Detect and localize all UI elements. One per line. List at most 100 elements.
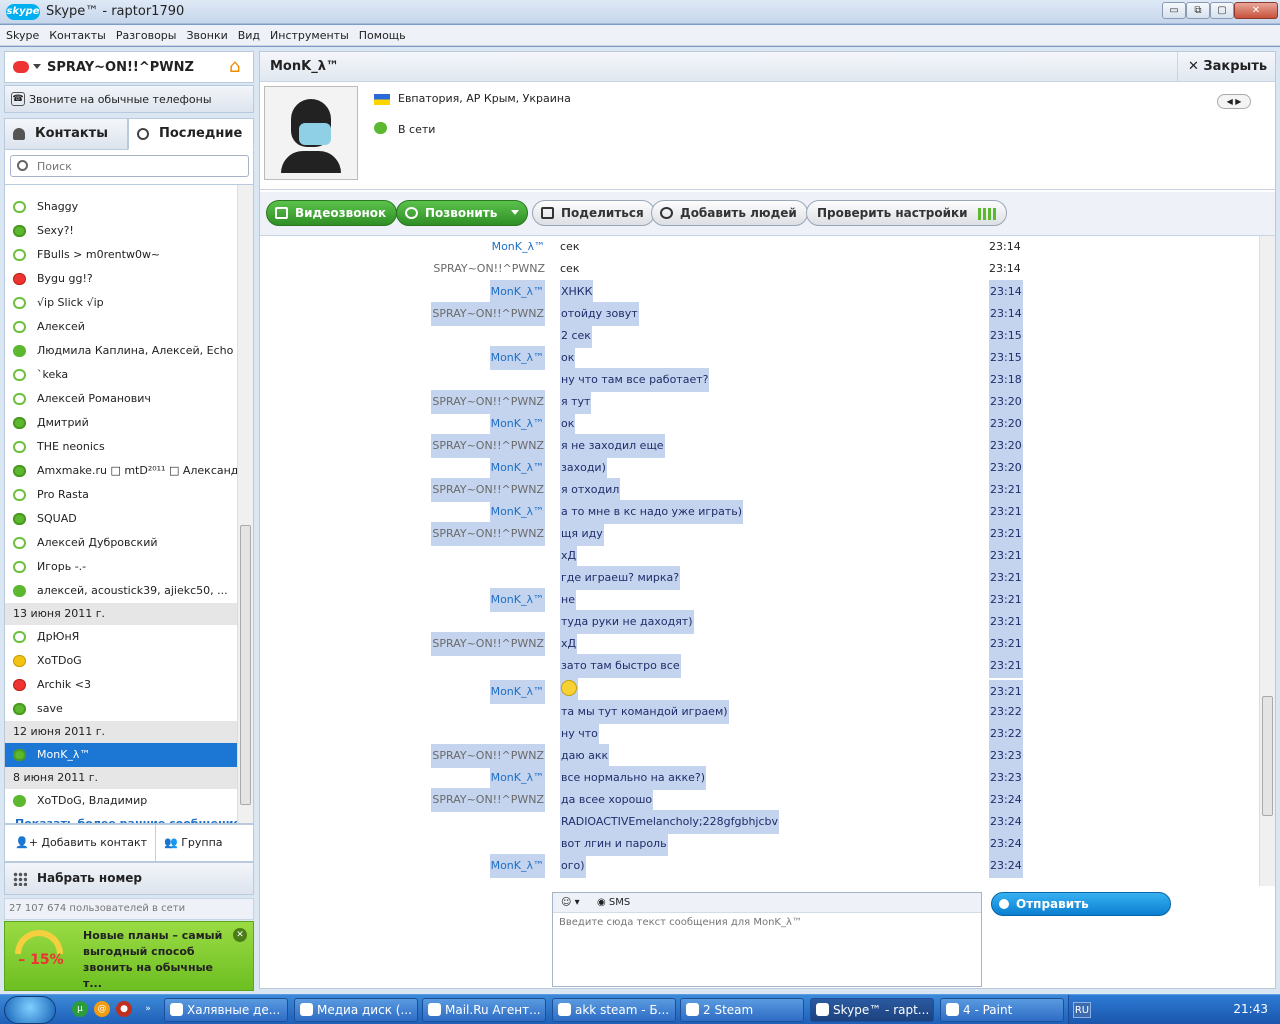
message-text: я не заходил еще — [560, 434, 665, 458]
send-message-button[interactable]: Отправить сообщение — [991, 892, 1171, 933]
add-people-button[interactable]: Добавить людей — [651, 200, 808, 226]
tab-contacts[interactable]: Контакты — [4, 118, 128, 150]
taskbar-button[interactable]: 4 - Paint — [940, 998, 1064, 1022]
list-item[interactable]: Алексей — [5, 315, 237, 339]
menu-calls[interactable]: Звонки — [182, 25, 231, 46]
app-icon — [558, 1003, 571, 1016]
list-item[interactable]: FBulls > m0rentw0w~ — [5, 243, 237, 267]
video-icon — [275, 207, 288, 219]
message-sender: SPRAY~ON!!^PWNZ — [431, 522, 545, 546]
taskbar-button[interactable]: Mail.Ru Агент... — [422, 998, 546, 1022]
list-item[interactable]: XoTDoG, Владимир — [5, 789, 237, 813]
close-conversation-button[interactable]: ✕ Закрыть — [1177, 52, 1275, 82]
utorrent-icon[interactable]: µ — [72, 1001, 88, 1017]
close-window-button[interactable]: ✕ — [1234, 2, 1278, 19]
more-quicklaunch-icon[interactable]: » — [140, 1001, 156, 1017]
call-button[interactable]: Позвонить — [396, 200, 529, 226]
list-item[interactable]: Sexy?! — [5, 219, 237, 243]
promo-text: Новые планы – самый выгодный способ звон… — [83, 929, 223, 990]
list-item[interactable]: ΤΗΕ neonics — [5, 435, 237, 459]
emoticon-icon[interactable]: ☺ ▾ — [561, 893, 580, 913]
list-item[interactable]: Алексей Романович — [5, 387, 237, 411]
scroll-thumb[interactable] — [240, 525, 251, 805]
tab-recent[interactable]: Последние — [128, 118, 254, 150]
taskbar-button[interactable]: akk steam - Б... — [552, 998, 676, 1022]
list-item[interactable]: `keka — [5, 363, 237, 387]
list-item[interactable]: XoTDoG — [5, 649, 237, 673]
list-item[interactable]: Игорь -.- — [5, 555, 237, 579]
avatar[interactable] — [264, 86, 358, 180]
show-earlier-messages-link[interactable]: Показать более ранние сообщения — [15, 817, 241, 823]
share-button[interactable]: Поделиться — [532, 200, 655, 226]
browser-icon[interactable]: ● — [116, 1001, 132, 1017]
call-phones-banner[interactable]: ☎ Звоните на обычные телефоны — [4, 85, 254, 113]
dial-number-button[interactable]: Набрать номер — [4, 862, 254, 895]
taskbar-button[interactable]: 2 Steam — [680, 998, 804, 1022]
message-sender: SPRAY~ON!!^PWNZ — [433, 262, 545, 275]
tab-contacts-label: Контакты — [35, 126, 108, 141]
menu-tools[interactable]: Инструменты — [266, 25, 353, 46]
dock-button[interactable]: ⧉ — [1186, 2, 1210, 19]
list-item[interactable] — [5, 185, 237, 191]
online-status-icon — [13, 201, 26, 213]
home-icon[interactable]: ⌂ — [229, 58, 247, 76]
message-row: RADIOACTIVEmelancholy;228gfgbhjcbv 23:24 — [260, 810, 1260, 834]
list-item[interactable]: алексей, acoustick39, ajiekc50, ... — [5, 579, 237, 603]
taskbar-button[interactable]: Халявные де... — [164, 998, 288, 1022]
message-text: даю акк — [560, 744, 610, 768]
contact-name: ΤΗΕ neonics — [37, 440, 105, 453]
list-item[interactable]: Дмитрий — [5, 411, 237, 435]
message-time: 23:21 — [989, 654, 1023, 678]
sms-button[interactable]: ◉ SMS — [597, 893, 630, 913]
group-button[interactable]: 👥 Группа — [155, 825, 223, 861]
video-call-button[interactable]: Видеозвонок — [266, 200, 398, 226]
check-settings-button[interactable]: Проверить настройки — [806, 200, 1007, 226]
message-scrollbar[interactable] — [1259, 236, 1275, 886]
menu-conversations[interactable]: Разговоры — [112, 25, 181, 46]
promo-banner[interactable]: – 15% Новые планы – самый выгодный спосо… — [4, 921, 254, 991]
list-item[interactable]: Bygu gg!? — [5, 267, 237, 291]
taskbar-button[interactable]: Skype™ - rapt... — [810, 998, 934, 1022]
group-chat-icon — [13, 585, 26, 597]
search-box[interactable] — [10, 155, 249, 177]
message-row: MonK_λ™ 23:21 — [260, 676, 1260, 704]
contact-list-scrollbar[interactable] — [237, 185, 253, 823]
close-promo-icon[interactable]: ✕ — [233, 928, 247, 942]
list-item[interactable]: save — [5, 697, 237, 721]
list-item[interactable]: Алексей Дубровский — [5, 531, 237, 555]
list-item[interactable]: Людмила Каплина, Алексей, Echo /... — [5, 339, 237, 363]
chevron-down-icon[interactable] — [511, 210, 520, 215]
list-item[interactable]: MonK_λ™ — [5, 743, 237, 767]
message-input[interactable] — [559, 917, 959, 928]
minimize-button[interactable]: ▭ — [1162, 2, 1186, 19]
list-item[interactable]: √ip Slick √ip — [5, 291, 237, 315]
online-status-icon — [13, 561, 26, 573]
chevron-down-icon[interactable] — [33, 64, 41, 69]
list-item[interactable]: Pro Rasta — [5, 483, 237, 507]
scroll-thumb[interactable] — [1262, 696, 1273, 816]
message-text: где играеш? мирка? — [560, 566, 681, 590]
list-item[interactable]: SQUAD — [5, 507, 237, 531]
list-item[interactable]: ДрЮнЯ — [5, 625, 237, 649]
language-indicator[interactable]: RU — [1073, 1002, 1091, 1018]
start-button[interactable] — [4, 996, 56, 1024]
menu-contacts[interactable]: Контакты — [45, 25, 110, 46]
share-icon — [541, 207, 554, 219]
maximize-button[interactable]: ▢ — [1210, 2, 1234, 19]
search-area — [4, 150, 254, 184]
list-item[interactable]: Archik <3 — [5, 673, 237, 697]
profile-nav-arrows[interactable]: ◀ ▶ — [1217, 94, 1251, 109]
group-chat-icon — [13, 345, 26, 357]
search-input[interactable] — [37, 158, 237, 174]
my-status[interactable]: SPRAY~ON!!^PWNZ ⌂ — [4, 51, 254, 83]
taskbar-button[interactable]: Медиа диск (... — [294, 998, 418, 1022]
menu-view[interactable]: Вид — [234, 25, 264, 46]
menu-help[interactable]: Помощь — [355, 25, 410, 46]
message-sender: SPRAY~ON!!^PWNZ — [431, 302, 545, 326]
list-item[interactable]: Shaggy — [5, 195, 237, 219]
add-contact-button[interactable]: 👤+ Добавить контакт — [15, 825, 147, 861]
message-text: ну что — [560, 722, 599, 746]
list-item[interactable]: Amxmake.ru □ mtD²⁰¹¹ □ Александ... — [5, 459, 237, 483]
mail-icon[interactable]: @ — [94, 1001, 110, 1017]
menu-skype[interactable]: Skype — [2, 25, 43, 46]
